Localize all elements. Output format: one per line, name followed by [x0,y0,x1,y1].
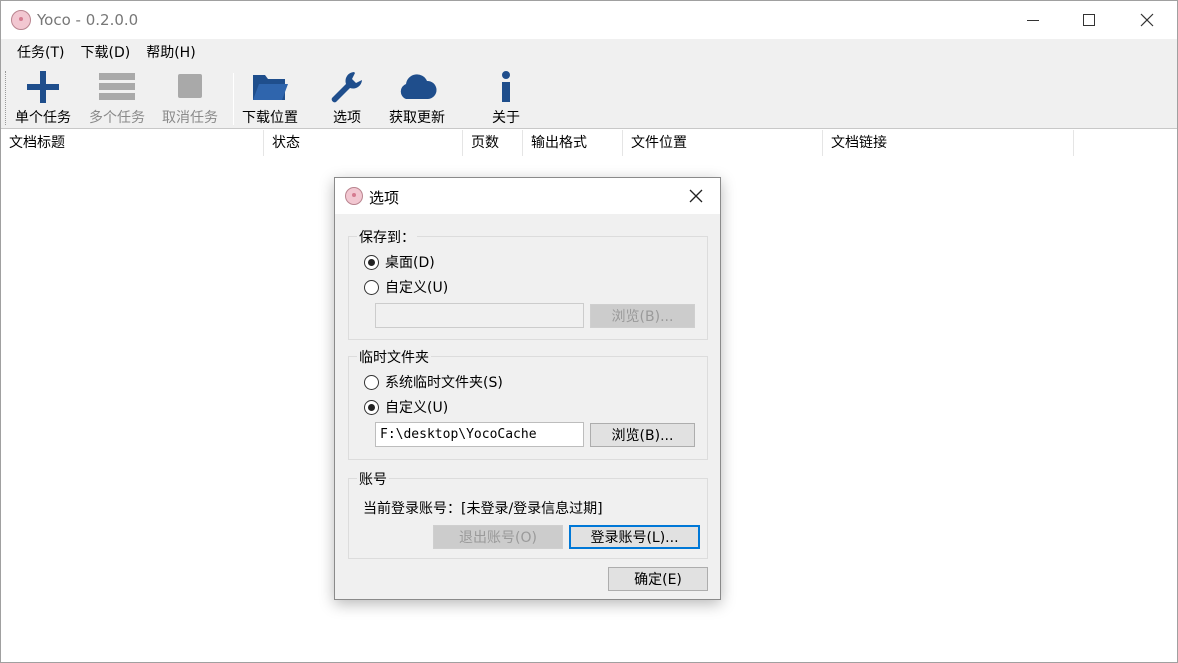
close-icon [1140,13,1154,27]
column-header-pages[interactable]: 页数 [463,130,523,156]
save-custom-radio[interactable]: 自定义(U) [364,277,448,297]
cancel-task-button[interactable]: 取消任务 [162,69,218,127]
temp-system-radio[interactable]: 系统临时文件夹(S) [364,372,503,392]
account-label: 账号 [357,469,389,489]
close-window-button[interactable] [1119,1,1175,39]
window-title: Yoco - 0.2.0.0 [37,11,139,29]
save-to-group: 保存到： 桌面(D) 自定义(U) 浏览(B)... [348,227,708,340]
save-desktop-radio[interactable]: 桌面(D) [364,252,435,272]
menu-bar: 任务(T) 下载(D) 帮助(H) [1,39,1177,67]
maximize-icon [1083,14,1095,26]
temp-path-field[interactable]: F:\desktop\YocoCache [375,422,584,447]
get-updates-button[interactable]: 获取更新 [389,69,445,127]
info-icon [486,69,526,105]
options-button[interactable]: 选项 [327,69,367,127]
main-window: Yoco - 0.2.0.0 任务(T) 下载(D) 帮助(H) 单个任务 多个… [0,0,1178,663]
minimize-button[interactable] [1005,1,1061,39]
options-label: 选项 [333,110,361,126]
app-logo-icon [11,10,31,30]
get-updates-label: 获取更新 [389,110,445,126]
options-dialog: 选项 保存到： 桌面(D) 自定义(U) 浏览(B)... 临时文件夹 系统临时… [334,177,721,600]
account-status: 当前登录账号：[未登录/登录信息过期] [363,501,603,517]
task-list-header: 文档标题 状态 页数 输出格式 文件位置 文档链接 [1,130,1177,156]
app-logo-icon [345,187,363,205]
menu-download[interactable]: 下载(D) [72,39,138,67]
about-label: 关于 [492,110,520,126]
cloud-icon [397,69,437,105]
about-button[interactable]: 关于 [486,69,526,127]
toolbar: 单个任务 多个任务 取消任务 下载位置 选项 获取更新 关于 [1,67,1177,129]
stop-icon [170,69,210,105]
dialog-title: 选项 [369,189,400,207]
download-location-button[interactable]: 下载位置 [242,69,298,127]
single-task-label: 单个任务 [15,110,71,126]
radio-unchecked-icon [364,374,379,390]
column-header-title[interactable]: 文档标题 [1,130,264,156]
download-location-label: 下载位置 [242,110,298,126]
save-path-field[interactable] [375,303,584,328]
temp-custom-radio[interactable]: 自定义(U) [364,397,448,417]
temp-custom-label: 自定义(U) [385,400,449,416]
dialog-title-bar: 选项 [335,178,720,214]
multi-task-button[interactable]: 多个任务 [89,69,145,127]
list-icon [97,69,137,105]
radio-checked-icon [364,254,379,270]
close-icon [689,189,703,203]
single-task-button[interactable]: 单个任务 [15,69,71,127]
toolbar-separator [233,73,234,125]
menu-help[interactable]: 帮助(H) [138,39,203,67]
save-browse-button[interactable]: 浏览(B)... [590,304,695,328]
account-group: 账号 当前登录账号：[未登录/登录信息过期] 退出账号(O) 登录账号(L)..… [348,469,708,559]
plus-icon [23,69,63,105]
temp-browse-button[interactable]: 浏览(B)... [590,423,695,447]
column-header-doc-link[interactable]: 文档链接 [823,130,1074,156]
wrench-icon [327,69,367,105]
save-to-label: 保存到： [357,227,417,247]
temp-system-label: 系统临时文件夹(S) [385,375,503,391]
login-button[interactable]: 登录账号(L)... [569,525,700,549]
title-bar: Yoco - 0.2.0.0 [1,1,1177,39]
column-header-status[interactable]: 状态 [264,130,463,156]
multi-task-label: 多个任务 [89,110,145,126]
cancel-task-label: 取消任务 [162,110,218,126]
dialog-close-button[interactable] [681,182,711,210]
ok-button[interactable]: 确定(E) [608,567,708,591]
column-header-format[interactable]: 输出格式 [523,130,623,156]
minimize-icon [1027,19,1039,21]
menu-task[interactable]: 任务(T) [9,39,72,67]
radio-checked-icon [364,399,379,415]
folder-icon [250,69,290,105]
maximize-button[interactable] [1061,1,1117,39]
toolbar-grip [5,71,7,125]
logout-button[interactable]: 退出账号(O) [433,525,563,549]
column-header-file-location[interactable]: 文件位置 [623,130,823,156]
save-custom-label: 自定义(U) [385,280,449,296]
temp-folder-label: 临时文件夹 [357,347,431,367]
temp-folder-group: 临时文件夹 系统临时文件夹(S) 自定义(U) F:\desktop\YocoC… [348,347,708,460]
radio-unchecked-icon [364,279,379,295]
save-desktop-label: 桌面(D) [385,255,435,271]
